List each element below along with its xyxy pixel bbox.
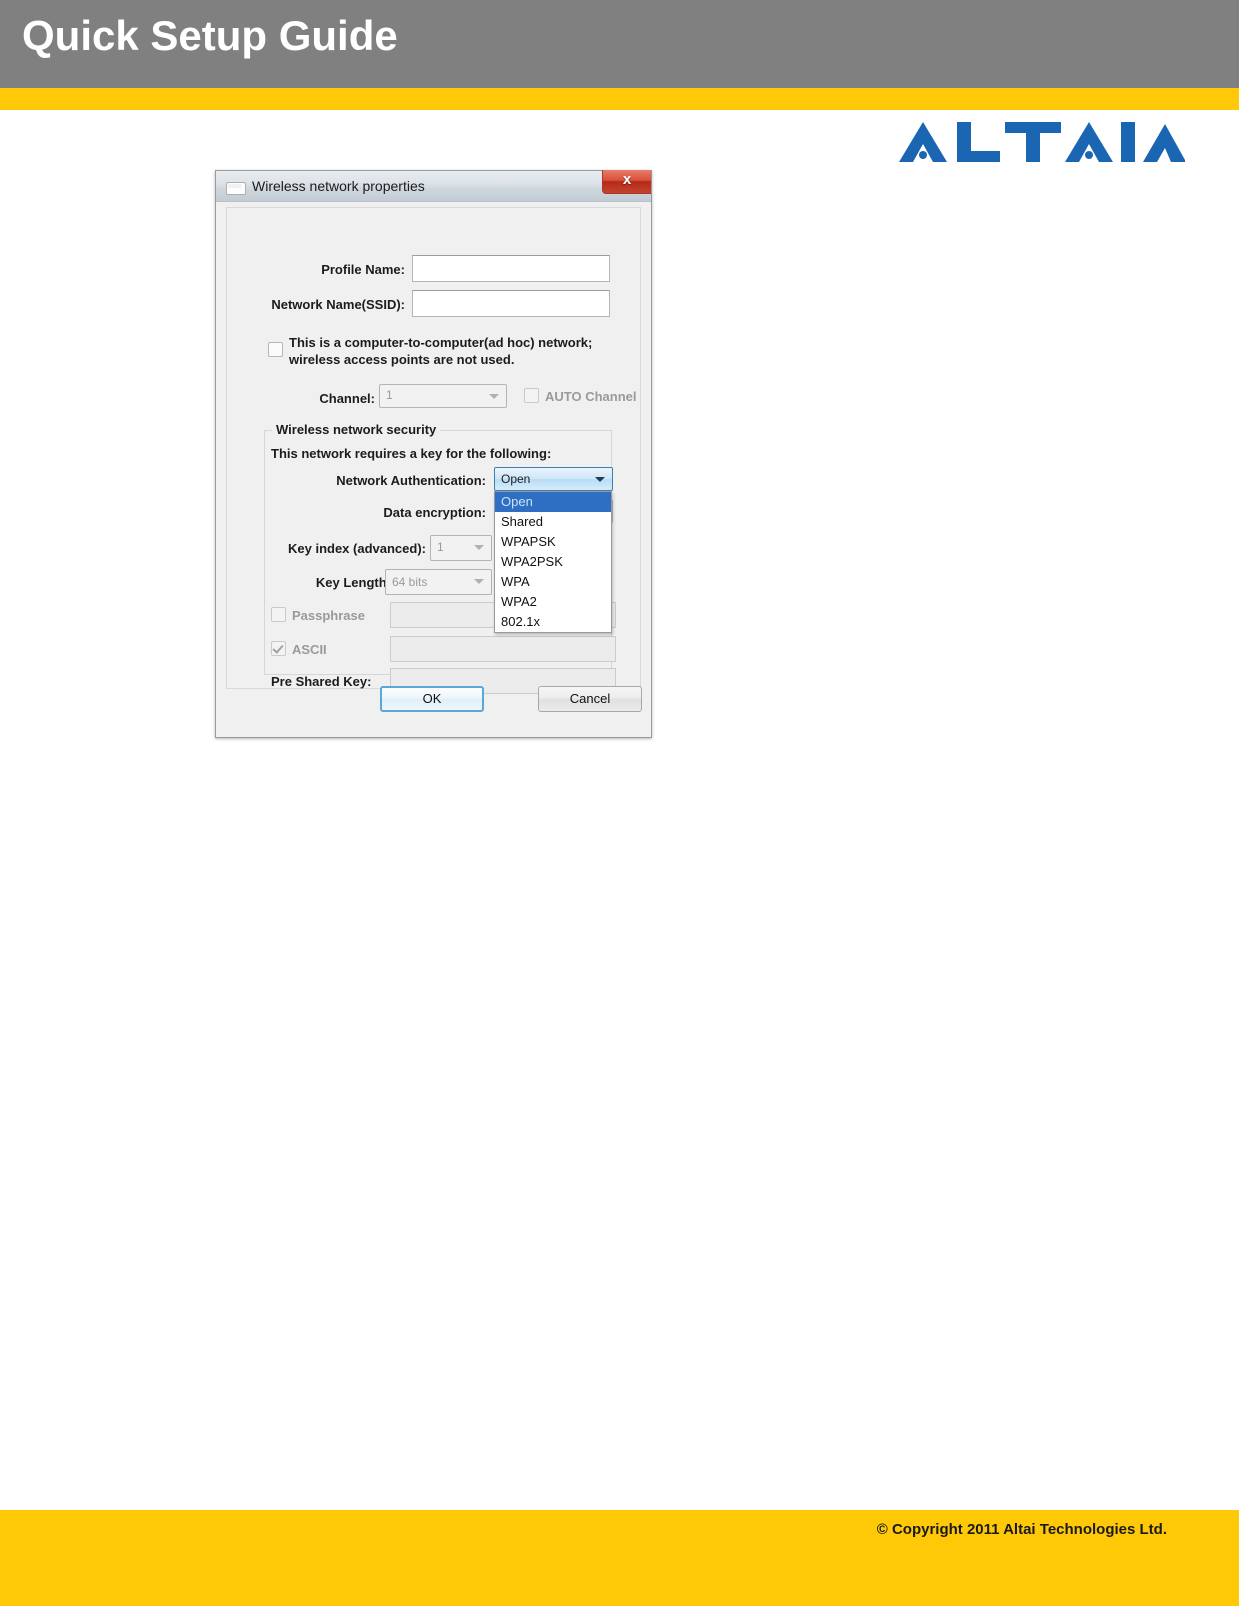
profile-name-input[interactable] <box>412 255 610 282</box>
network-authentication-value: Open <box>501 472 531 486</box>
header-accent-stripe <box>0 88 1239 110</box>
data-encryption-label: Data encryption: <box>383 505 486 520</box>
key-index-value: 1 <box>437 540 444 554</box>
dialog-titlebar[interactable]: Wireless network properties x <box>216 170 651 202</box>
window-icon <box>226 182 246 195</box>
adhoc-label: This is a computer-to-computer(ad hoc) n… <box>289 335 593 367</box>
passphrase-label: Passphrase <box>292 608 365 623</box>
channel-select[interactable]: 1 <box>379 384 507 408</box>
channel-value: 1 <box>386 388 393 402</box>
chevron-down-icon <box>474 579 484 584</box>
close-button[interactable]: x <box>602 170 651 194</box>
network-authentication-select[interactable]: Open <box>494 467 613 491</box>
dialog-body: Profile Name: Network Name(SSID): This i… <box>226 207 641 694</box>
key-length-select[interactable]: 64 bits <box>385 569 492 595</box>
auto-channel-checkbox[interactable] <box>524 388 539 403</box>
passphrase-checkbox[interactable] <box>271 607 286 622</box>
altai-logo <box>897 118 1187 166</box>
page-footer: © Copyright 2011 Altai Technologies Ltd. <box>0 1510 1239 1606</box>
network-authentication-label: Network Authentication: <box>336 473 486 488</box>
chevron-down-icon <box>595 477 605 482</box>
close-icon: x <box>622 171 632 188</box>
dialog-title: Wireless network properties <box>252 178 425 194</box>
dropdown-option[interactable]: 802.1x <box>495 612 611 632</box>
chevron-down-icon <box>489 394 499 399</box>
pre-shared-key-label: Pre Shared Key: <box>271 674 372 689</box>
dropdown-option[interactable]: WPA <box>495 572 611 592</box>
ascii-label: ASCII <box>292 642 327 657</box>
ok-button[interactable]: OK <box>380 686 484 712</box>
dropdown-option[interactable]: Shared <box>495 512 611 532</box>
profile-name-label: Profile Name: <box>321 262 405 277</box>
network-authentication-dropdown-list[interactable]: Open Shared WPAPSK WPA2PSK WPA WPA2 802.1x <box>494 491 612 633</box>
dropdown-option[interactable]: Open <box>495 492 611 512</box>
channel-label: Channel: <box>319 391 375 406</box>
ascii-input[interactable] <box>390 636 616 662</box>
key-index-label: Key index (advanced): <box>288 541 426 556</box>
wireless-network-properties-dialog[interactable]: Wireless network properties x Profile Na… <box>215 170 652 738</box>
page-header: Quick Setup Guide <box>0 0 1239 88</box>
dropdown-option[interactable]: WPA2 <box>495 592 611 612</box>
dropdown-option[interactable]: WPAPSK <box>495 532 611 552</box>
ascii-checkbox[interactable] <box>271 641 286 656</box>
ssid-label: Network Name(SSID): <box>271 297 405 312</box>
dropdown-option[interactable]: WPA2PSK <box>495 552 611 572</box>
key-index-select[interactable]: 1 <box>430 535 492 561</box>
adhoc-checkbox[interactable] <box>268 342 283 357</box>
key-length-label: Key Length: <box>315 575 391 590</box>
page-title: Quick Setup Guide <box>22 12 398 59</box>
key-length-value: 64 bits <box>392 575 428 589</box>
copyright-text: © Copyright 2011 Altai Technologies Ltd. <box>876 1521 1167 1538</box>
cancel-button[interactable]: Cancel <box>538 686 642 712</box>
chevron-down-icon <box>474 545 484 550</box>
requires-key-text: This network requires a key for the foll… <box>271 446 552 461</box>
ssid-input[interactable] <box>412 290 610 317</box>
wireless-network-security-title: Wireless network security <box>272 422 441 437</box>
auto-channel-label: AUTO Channel <box>545 389 637 404</box>
